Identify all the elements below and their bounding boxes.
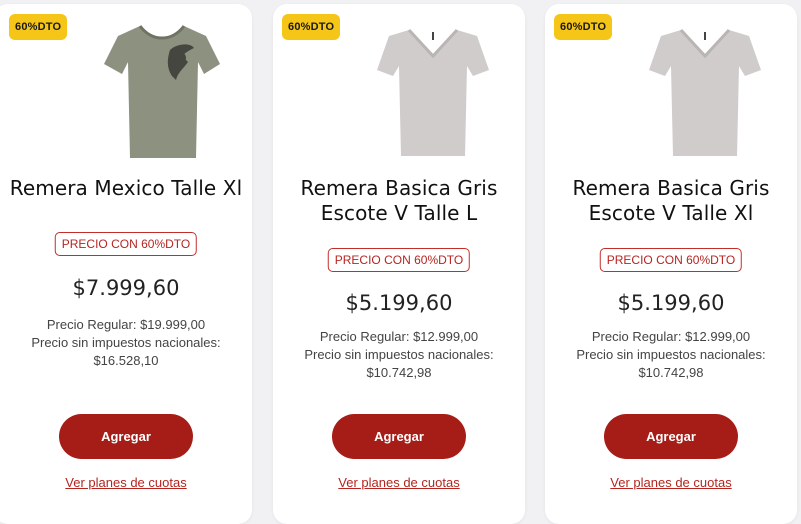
promo-tag: PRECIO CON 60%DTO — [599, 248, 743, 272]
title-line: Remera Basica Gris — [572, 176, 770, 200]
installments-link[interactable]: Ver planes de cuotas — [273, 475, 525, 490]
tax-value: $16.528,10 — [93, 353, 159, 368]
product-image[interactable] — [641, 16, 769, 166]
tax-label: Precio sin impuestos nacionales: — [31, 335, 221, 350]
add-to-cart-button[interactable]: Agregar — [604, 414, 738, 459]
product-title[interactable]: Remera Mexico Talle Xl — [0, 176, 252, 201]
product-image[interactable] — [369, 16, 497, 166]
regular-price: Precio Regular: $19.999,00 — [46, 317, 206, 332]
tax-label: Precio sin impuestos nacionales: — [304, 347, 494, 362]
product-card[interactable]: 60%DTO Remera Basica Gris Escote V Talle… — [545, 4, 797, 524]
regular-price: Precio Regular: $12.999,00 — [591, 329, 751, 344]
tax-value: $10.742,98 — [638, 365, 704, 380]
title-line: Remera Basica Gris — [300, 176, 498, 200]
regular-price: Precio Regular: $12.999,00 — [319, 329, 479, 344]
price: $7.999,60 — [72, 276, 180, 300]
product-title[interactable]: Remera Basica Gris Escote V Talle L — [273, 176, 525, 226]
product-image[interactable] — [98, 16, 226, 166]
price: $5.199,60 — [345, 291, 453, 315]
price: $5.199,60 — [617, 291, 725, 315]
discount-badge: 60%DTO — [9, 14, 68, 40]
product-card[interactable]: 60%DTO Remera Basica Gris Escote V Talle… — [273, 4, 525, 524]
title-line: Escote V Talle Xl — [588, 201, 754, 225]
promo-tag: PRECIO CON 60%DTO — [327, 248, 471, 272]
discount-badge: 60%DTO — [282, 14, 341, 40]
title-line: Remera Mexico Talle Xl — [9, 176, 243, 200]
discount-badge: 60%DTO — [554, 14, 613, 40]
tshirt-image — [104, 25, 220, 158]
promo-tag: PRECIO CON 60%DTO — [54, 232, 198, 256]
price-details: Precio Regular: $12.999,00 Precio sin im… — [273, 328, 525, 382]
title-line: Escote V Talle L — [320, 201, 478, 225]
installments-link[interactable]: Ver planes de cuotas — [0, 475, 252, 490]
tshirt-image — [377, 28, 489, 156]
price-details: Precio Regular: $19.999,00 Precio sin im… — [0, 316, 252, 370]
installments-link[interactable]: Ver planes de cuotas — [545, 475, 797, 490]
price-details: Precio Regular: $12.999,00 Precio sin im… — [545, 328, 797, 382]
tshirt-image — [649, 28, 761, 156]
tax-value: $10.742,98 — [366, 365, 432, 380]
product-title[interactable]: Remera Basica Gris Escote V Talle Xl — [545, 176, 797, 226]
add-to-cart-button[interactable]: Agregar — [332, 414, 466, 459]
product-card[interactable]: 60%DTO Remera Mexico Talle Xl PRECIO CON… — [0, 4, 252, 524]
add-to-cart-button[interactable]: Agregar — [59, 414, 193, 459]
tax-label: Precio sin impuestos nacionales: — [576, 347, 766, 362]
